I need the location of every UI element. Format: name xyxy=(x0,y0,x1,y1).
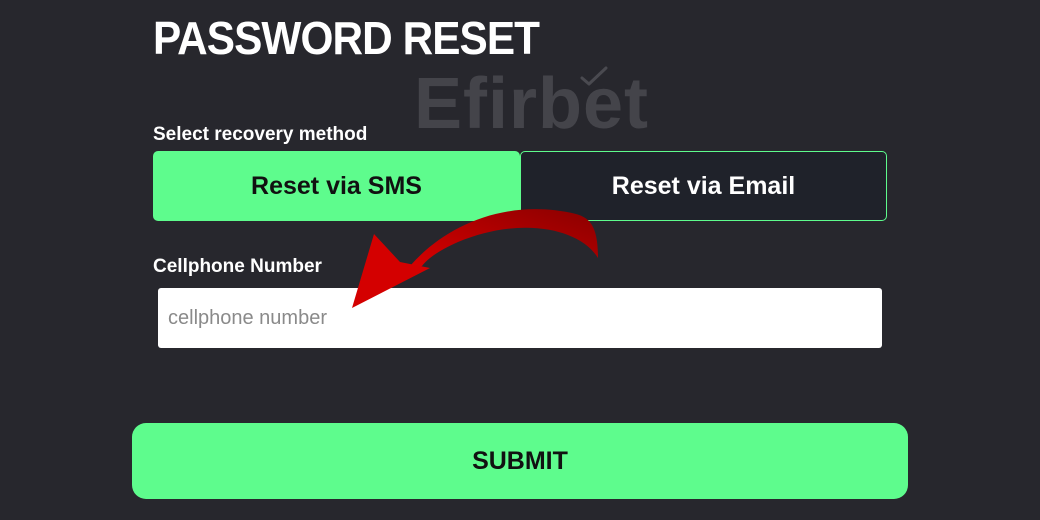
watermark-check-icon xyxy=(580,66,608,86)
watermark-logo: Efirbet xyxy=(414,64,650,144)
page-title: PASSWORD RESET xyxy=(153,12,540,64)
cellphone-number-input[interactable] xyxy=(158,288,882,348)
recovery-method-label: Select recovery method xyxy=(153,124,368,145)
reset-via-email-button[interactable]: Reset via Email xyxy=(520,151,887,221)
cellphone-number-label: Cellphone Number xyxy=(153,256,322,277)
submit-button[interactable]: SUBMIT xyxy=(132,423,908,499)
reset-via-sms-button[interactable]: Reset via SMS xyxy=(153,151,520,221)
